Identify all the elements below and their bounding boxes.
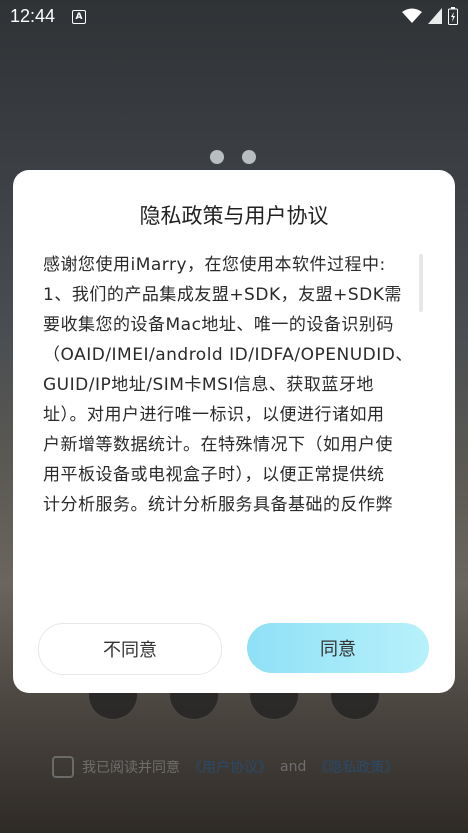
dialog-line: GUID/IP地址/SIM卡MSI信息、获取蓝牙地 [43, 375, 374, 395]
dialog-line: 计分析服务。统计分析服务具备基础的反作弊 [43, 495, 393, 515]
dialog-line: 用平板设备或电视盒子时），以便正常提供统 [43, 465, 385, 485]
privacy-policy-link[interactable]: 《隐私政策》 [314, 757, 398, 777]
user-agreement-link[interactable]: 《用户协议》 [188, 757, 272, 777]
dialog-title: 隐私政策与用户协议 [139, 204, 329, 228]
decline-button[interactable]: 不同意 [38, 623, 222, 675]
dialog-line: （OAID/IMEI/androld ID/IDFA/OPENUDID、 [43, 345, 413, 365]
agree-button[interactable]: 同意 [247, 623, 429, 673]
dialog-line: 要收集您的设备Mac地址、唯一的设备识别码 [43, 315, 394, 335]
status-time: 12:44 [10, 6, 56, 26]
signal-icon [428, 8, 442, 24]
agreement-row: 我已阅读并同意 《用户协议》 and 《隐私政策》 [52, 756, 398, 778]
status-bar: 12:44 A [0, 0, 468, 34]
dialog-line: 1、我们的产品集成友盟+SDK，友盟+SDK需 [43, 285, 402, 305]
dialog-line: 址）。对用户进行唯一标识，以便进行诸如用 [43, 405, 385, 425]
privacy-dialog: 隐私政策与用户协议 感谢您使用iMarry，在您使用本软件过程中: 1、我们的产… [13, 170, 455, 693]
dialog-body[interactable]: 感谢您使用iMarry，在您使用本软件过程中: 1、我们的产品集成友盟+SDK，… [43, 250, 415, 600]
keyboard-indicator-icon: A [72, 10, 86, 24]
agree-checkbox[interactable] [52, 756, 74, 778]
status-icons [402, 7, 458, 25]
dialog-scrollbar[interactable] [419, 254, 423, 312]
wifi-icon [402, 8, 422, 23]
agreement-prefix: 我已阅读并同意 [82, 760, 180, 776]
battery-icon [448, 7, 458, 25]
background-logo-dots [210, 150, 256, 164]
dialog-line: 感谢您使用iMarry，在您使用本软件过程中: [43, 255, 386, 275]
dialog-line: 户新增等数据统计。在特殊情况下（如用户使 [43, 435, 393, 455]
agreement-and: and [280, 759, 307, 775]
